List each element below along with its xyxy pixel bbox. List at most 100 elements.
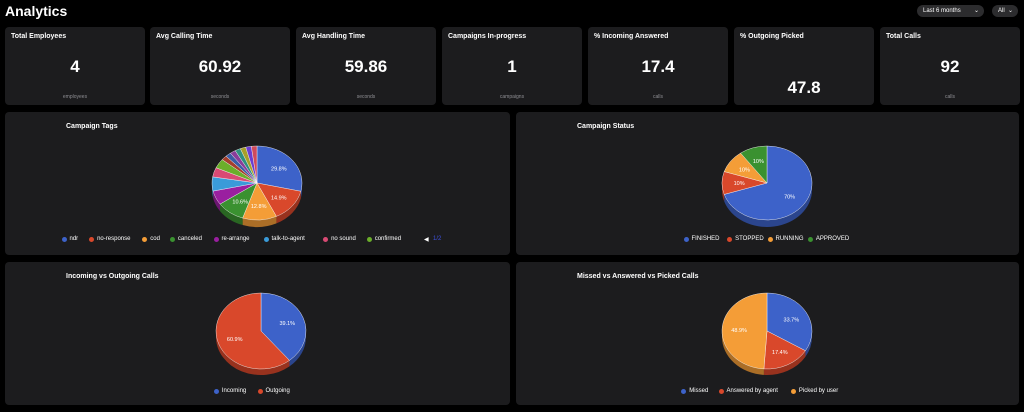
- incoming-outgoing-panel: Incoming vs Outgoing Calls 39.1% 60.9% In…: [5, 262, 510, 405]
- legend-label: Incoming: [221, 388, 247, 394]
- legend-swatch: [89, 236, 95, 242]
- legend-swatch: [790, 388, 796, 394]
- slice-label: 70%: [784, 194, 795, 200]
- kpi-value: 59.86: [344, 57, 388, 76]
- kpi-title: % Outgoing Picked: [740, 33, 804, 40]
- kpi-card-total-calls: Total Calls 92 calls: [880, 27, 1020, 105]
- legend-item[interactable]: RUNNING: [767, 236, 804, 243]
- legend-swatch: [61, 236, 67, 242]
- legend-swatch: [263, 236, 269, 242]
- slice-label: 48.9%: [731, 328, 747, 334]
- legend-label: FINISHED: [691, 236, 720, 242]
- kpi-title: % Incoming Answered: [594, 33, 669, 40]
- kpi-card-outgoing-picked: % Outgoing Picked 47.8: [734, 27, 874, 105]
- kpi-value: 4: [70, 57, 80, 76]
- missed-answered-picked-panel: Missed vs Answered vs Picked Calls 33.7%…: [516, 262, 1019, 405]
- kpi-card-avg-calling-time: Avg Calling Time 60.92 seconds: [150, 27, 290, 105]
- legend-label: APPROVED: [815, 236, 850, 242]
- incoming-outgoing-chart: 39.1% 60.9%: [215, 292, 307, 375]
- legend-label: Answered by agent: [726, 388, 778, 394]
- kpi-unit: calls: [944, 94, 955, 100]
- slice-label: 10%: [734, 181, 745, 187]
- campaign-tags-chart: 29.8% 14.9% 12.8%10.6%: [211, 145, 303, 227]
- legend-swatch: [257, 388, 263, 394]
- kpi-card-total-employees: Total Employees 4 employees: [5, 27, 145, 105]
- legend-label: no-response: [97, 236, 131, 242]
- legend-swatch: [169, 236, 175, 242]
- slice-label: 14.9%: [271, 195, 287, 201]
- legend-label: talk-to-agent: [271, 236, 305, 242]
- legend-swatch: [142, 236, 148, 242]
- chevron-down-icon: ⌄: [973, 8, 979, 14]
- slice-label: 60.9%: [227, 337, 243, 343]
- kpi-unit: campaigns: [499, 94, 525, 100]
- kpi-card-incoming-answered: % Incoming Answered 17.4 calls: [588, 27, 728, 105]
- kpi-card-avg-handling-time: Avg Handling Time 59.86 seconds: [296, 27, 436, 105]
- slice-label: 39.1%: [279, 321, 295, 327]
- campaign-status-chart: 70%10%10%10%: [721, 145, 813, 227]
- legend-item[interactable]: Incoming: [213, 388, 247, 395]
- legend-swatch: [807, 236, 813, 242]
- filter-select[interactable]: All ⌄: [992, 5, 1018, 17]
- kpi-unit: calls: [652, 94, 663, 100]
- kpi-unit: seconds: [210, 94, 230, 100]
- slice-label: 10%: [739, 168, 750, 174]
- legend-item[interactable]: Picked by user: [790, 388, 839, 395]
- legend-swatch: [323, 236, 329, 242]
- kpi-unit: employees: [62, 94, 88, 100]
- missed-answered-picked-chart: 33.7% 17.4% 48.9%: [721, 292, 813, 375]
- legend-page-indicator: 1/2: [433, 236, 442, 242]
- legend-label: no sound: [331, 236, 356, 242]
- legend-label: Missed: [689, 388, 709, 394]
- legend-item[interactable]: re-arrange: [213, 236, 250, 243]
- legend-item[interactable]: no sound: [323, 236, 356, 243]
- legend-label: RUNNING: [775, 236, 804, 242]
- legend-prev-icon[interactable]: ◀: [424, 236, 429, 243]
- kpi-value: 47.8: [787, 78, 821, 97]
- legend-item[interactable]: talk-to-agent: [263, 236, 305, 243]
- chevron-down-icon: ⌄: [1007, 8, 1013, 14]
- date-range-select[interactable]: Last 6 months ⌄: [917, 5, 984, 17]
- header-bar: Analytics Last 6 months ⌄ All ⌄: [0, 0, 1024, 24]
- legend-swatch: [213, 388, 219, 394]
- legend-item[interactable]: no-response: [89, 236, 130, 243]
- kpi-unit: seconds: [356, 94, 376, 100]
- legend-item[interactable]: Missed: [681, 388, 708, 395]
- page-title: Analytics: [5, 3, 68, 19]
- legend-item[interactable]: Answered by agent: [718, 388, 778, 395]
- legend-label: canceled: [177, 236, 202, 242]
- slice-label: 17.4%: [772, 350, 788, 356]
- kpi-title: Avg Handling Time: [302, 33, 366, 40]
- legend-swatch: [681, 388, 687, 394]
- kpi-title: Total Employees: [11, 33, 67, 40]
- legend-label: STOPPED: [735, 236, 764, 242]
- legend-swatch: [683, 236, 689, 242]
- campaign-tags-panel: Campaign Tags 29.8% 14.9% 12.8% 10.6% ndr no…: [5, 112, 510, 255]
- legend-item[interactable]: ndr: [61, 236, 79, 243]
- legend-item[interactable]: STOPPED: [727, 236, 764, 243]
- slice-label: 10.6%: [232, 199, 248, 205]
- kpi-title: Avg Calling Time: [156, 33, 213, 40]
- kpi-title: Campaigns In-progress: [448, 33, 527, 40]
- legend-label: Picked by user: [798, 388, 839, 394]
- legend-item[interactable]: APPROVED: [807, 236, 850, 243]
- legend-swatch: [213, 236, 219, 242]
- legend-label: confirmed: [374, 236, 402, 242]
- legend-swatch: [718, 388, 724, 394]
- legend-item[interactable]: FINISHED: [683, 236, 720, 243]
- legend-swatch: [366, 236, 372, 242]
- legend-item[interactable]: confirmed: [366, 236, 402, 243]
- legend-item[interactable]: canceled: [169, 236, 202, 243]
- legend-item[interactable]: Outgoing: [257, 388, 290, 395]
- legend-label: Outgoing: [265, 388, 290, 394]
- kpi-value: 1: [507, 57, 517, 76]
- legend-label: cod: [150, 236, 160, 242]
- filter-value: All: [998, 8, 1005, 14]
- kpi-value: 17.4: [641, 57, 675, 76]
- date-range-value: Last 6 months: [923, 8, 961, 14]
- kpi-title: Total Calls: [886, 33, 921, 40]
- legend-label: re-arrange: [221, 236, 250, 242]
- legend-item[interactable]: cod: [142, 236, 160, 243]
- slice-label: 33.7%: [784, 317, 800, 323]
- legend-label: ndr: [69, 236, 79, 242]
